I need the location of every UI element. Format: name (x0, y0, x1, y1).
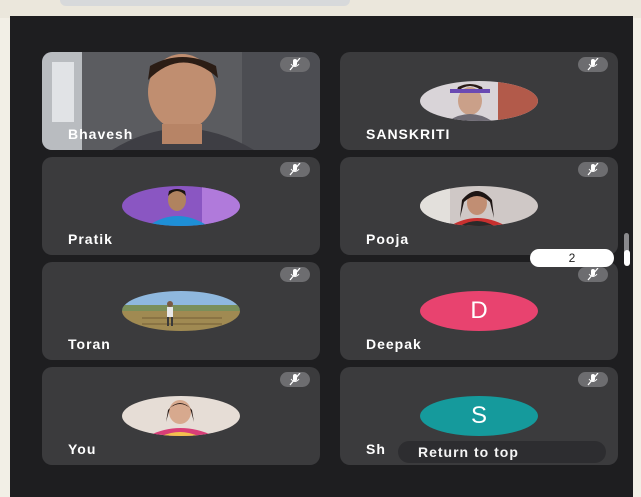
participant-tile-toran[interactable]: Toran (42, 262, 320, 360)
mic-muted-icon (578, 162, 608, 177)
participant-avatar (420, 186, 538, 226)
participant-name: Pooja (366, 231, 410, 247)
participant-avatar (122, 186, 240, 226)
mic-muted-icon (578, 372, 608, 387)
participant-initial-avatar: D (420, 291, 538, 331)
participant-name: Pratik (68, 231, 113, 247)
mic-muted-icon (280, 267, 310, 282)
return-to-top-button[interactable]: Return to top (398, 441, 606, 463)
mic-muted-icon (280, 57, 310, 72)
participant-name: You (68, 441, 97, 457)
participant-avatar (122, 291, 240, 331)
participant-initial-avatar: S (420, 396, 538, 436)
participant-name: SANSKRITI (366, 126, 451, 142)
participant-name: Sh (366, 441, 386, 457)
participant-tile-sanskriti[interactable]: SANSKRITI (340, 52, 618, 150)
scrollbar-thumb[interactable] (624, 250, 630, 266)
mic-muted-icon (280, 162, 310, 177)
participant-name: Bhavesh (68, 126, 134, 142)
participant-tile-deepak[interactable]: D Deepak (340, 262, 618, 360)
participant-tile-bhavesh[interactable]: Bhavesh (42, 52, 320, 150)
smudge (60, 0, 350, 6)
participant-name: Deepak (366, 336, 422, 352)
mic-muted-icon (578, 267, 608, 282)
participant-avatar (122, 396, 240, 436)
participant-tile-pooja[interactable]: Pooja (340, 157, 618, 255)
mic-muted-icon (280, 372, 310, 387)
participant-tile-you[interactable]: You (42, 367, 320, 465)
mic-muted-icon (578, 57, 608, 72)
participant-tile-pratik[interactable]: Pratik (42, 157, 320, 255)
participant-name: Toran (68, 336, 111, 352)
page-indicator: 2 (530, 249, 614, 267)
participant-avatar (420, 81, 538, 121)
